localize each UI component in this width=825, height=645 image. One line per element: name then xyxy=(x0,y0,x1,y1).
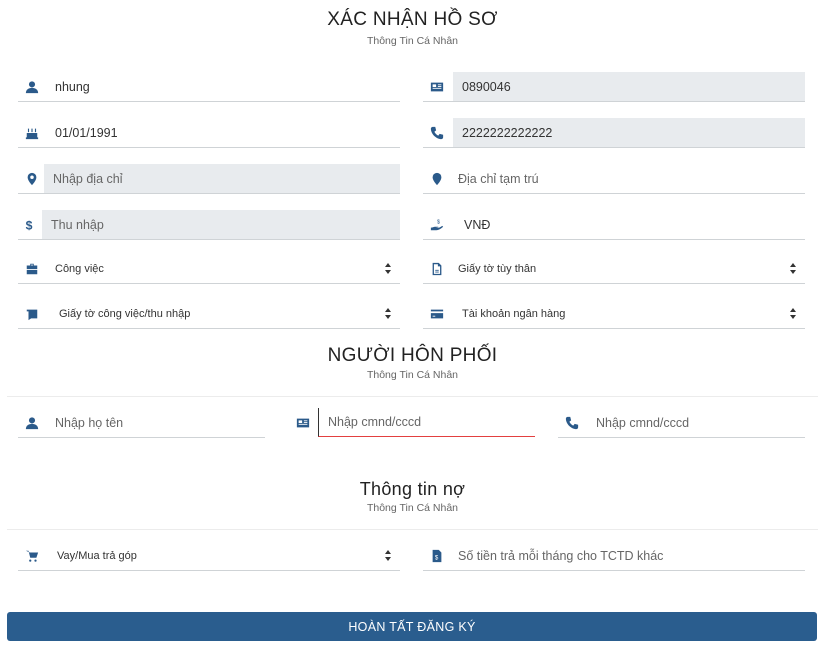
spouse-subtitle: Thông Tin Cá Nhân xyxy=(366,369,459,381)
map-marker-icon xyxy=(18,164,46,193)
spouse-name-input[interactable]: Nhập họ tên xyxy=(46,408,265,437)
birthday-input[interactable]: 01/01/1991 xyxy=(46,118,400,147)
dollar-icon: $ xyxy=(18,210,42,239)
select-caret-icon xyxy=(385,308,391,319)
complete-registration-button[interactable]: HOÀN TẤT ĐĂNG KÝ xyxy=(7,612,817,641)
income-input[interactable]: Thu nhập xyxy=(42,210,400,239)
phone-input[interactable]: 2222222222222 xyxy=(453,118,805,147)
bank-select[interactable]: Tài khoản ngân hàng xyxy=(453,299,805,328)
id-card-icon xyxy=(423,72,451,101)
id-field-group: 0890046 xyxy=(423,72,805,102)
spouse-id-field-group: Nhập cmnd/cccd xyxy=(289,408,535,437)
debt-subtitle: Thông Tin Cá Nhân xyxy=(366,502,459,514)
income-field-group: $ Thu nhập xyxy=(18,210,400,240)
address-field-group: Nhập địa chỉ xyxy=(18,164,400,194)
address-input[interactable]: Nhập địa chỉ xyxy=(44,164,400,193)
svg-text:$: $ xyxy=(437,219,440,225)
map-marker-icon xyxy=(423,164,451,193)
select-caret-icon xyxy=(790,308,796,319)
document-icon xyxy=(423,254,451,283)
birthday-cake-icon xyxy=(18,118,46,147)
invoice-dollar-icon: $ xyxy=(423,541,451,570)
briefcase-icon xyxy=(18,254,46,283)
name-input[interactable]: nhung xyxy=(46,72,400,101)
select-caret-icon xyxy=(790,263,796,274)
temp-address-field-group: Địa chỉ tạm trú xyxy=(423,164,805,194)
shopping-cart-icon xyxy=(18,541,46,570)
id-doc-field-group: Giấy tờ tùy thân xyxy=(423,254,805,284)
spouse-name-field-group: Nhập họ tên xyxy=(18,408,265,438)
currency-value: VNĐ xyxy=(464,217,491,232)
job-select-label: Công việc xyxy=(55,262,104,275)
user-icon xyxy=(18,72,46,101)
profile-subtitle: Thông Tin Cá Nhân xyxy=(366,35,459,47)
select-caret-icon xyxy=(385,550,391,561)
section-divider xyxy=(7,396,818,397)
bank-field-group: Tài khoản ngân hàng xyxy=(423,299,805,329)
loan-field-group: Vay/Mua trả góp xyxy=(18,541,400,571)
work-doc-select-label: Giấy tờ công việc/thu nhập xyxy=(59,307,191,320)
id-number-input[interactable]: 0890046 xyxy=(453,72,805,101)
loan-select-label: Vay/Mua trả góp xyxy=(57,549,137,562)
credit-card-icon xyxy=(423,299,451,328)
birthday-field-group: 01/01/1991 xyxy=(18,118,400,148)
profile-title: XÁC NHẬN HỒ SƠ xyxy=(327,9,498,30)
svg-text:$: $ xyxy=(435,554,439,561)
id-doc-select[interactable]: Giấy tờ tùy thân xyxy=(449,254,805,283)
job-field-group: Công việc xyxy=(18,254,400,284)
spouse-phone-input[interactable]: Nhập cmnd/cccd xyxy=(587,408,805,437)
id-doc-select-label: Giấy tờ tùy thân xyxy=(458,262,537,275)
spouse-title: NGƯỜI HÔN PHỐI xyxy=(327,345,498,366)
scroll-icon xyxy=(18,299,46,328)
phone-field-group: 2222222222222 xyxy=(423,118,805,148)
hand-money-icon: $ xyxy=(423,210,451,239)
currency-field-group: $ VNĐ xyxy=(423,210,805,240)
work-doc-select[interactable]: Giấy tờ công việc/thu nhập xyxy=(50,299,400,328)
loan-select[interactable]: Vay/Mua trả góp xyxy=(48,541,400,570)
job-select[interactable]: Công việc xyxy=(46,254,400,283)
work-doc-field-group: Giấy tờ công việc/thu nhập xyxy=(18,299,400,329)
monthly-payment-input[interactable]: Số tiền trả mỗi tháng cho TCTD khác xyxy=(449,541,805,570)
section-divider xyxy=(7,529,818,530)
select-caret-icon xyxy=(385,263,391,274)
svg-text:$: $ xyxy=(26,218,33,232)
user-icon xyxy=(18,408,46,437)
bank-select-label: Tài khoản ngân hàng xyxy=(462,307,566,320)
debt-title: Thông tin nợ xyxy=(359,479,466,499)
spouse-phone-field-group: Nhập cmnd/cccd xyxy=(558,408,805,438)
phone-icon xyxy=(558,408,586,437)
id-card-icon xyxy=(289,408,317,437)
spouse-id-input[interactable]: Nhập cmnd/cccd xyxy=(318,408,535,437)
temp-address-input[interactable]: Địa chỉ tạm trú xyxy=(449,164,805,193)
monthly-payment-field-group: $ Số tiền trả mỗi tháng cho TCTD khác xyxy=(423,541,805,571)
name-field-group: nhung xyxy=(18,72,400,102)
phone-icon xyxy=(423,118,451,147)
